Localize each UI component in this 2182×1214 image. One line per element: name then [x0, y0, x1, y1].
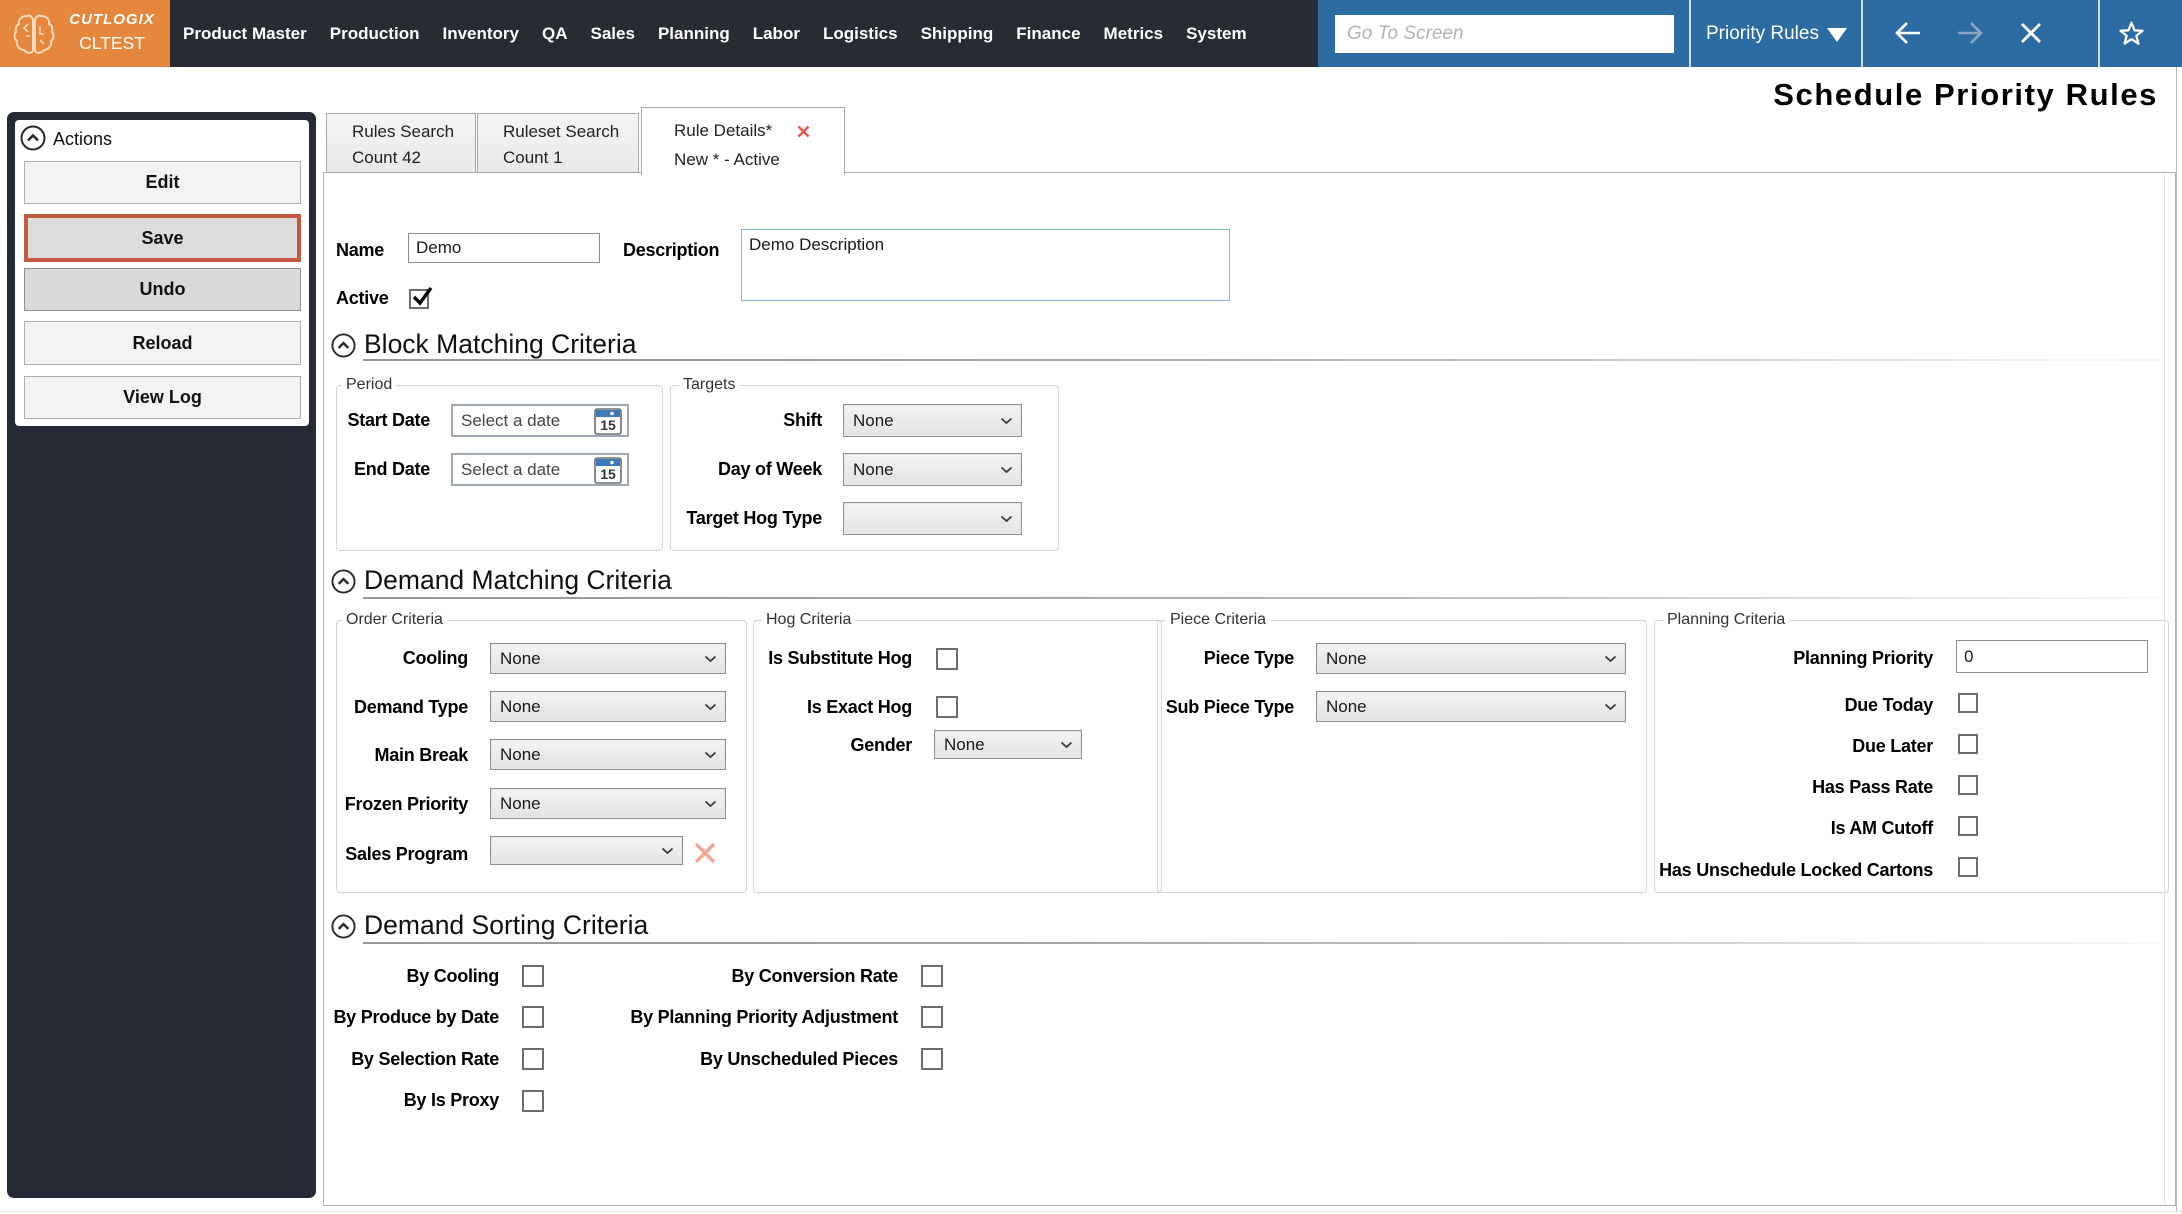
svg-text:15: 15 — [600, 417, 616, 433]
svg-text:15: 15 — [600, 466, 616, 482]
